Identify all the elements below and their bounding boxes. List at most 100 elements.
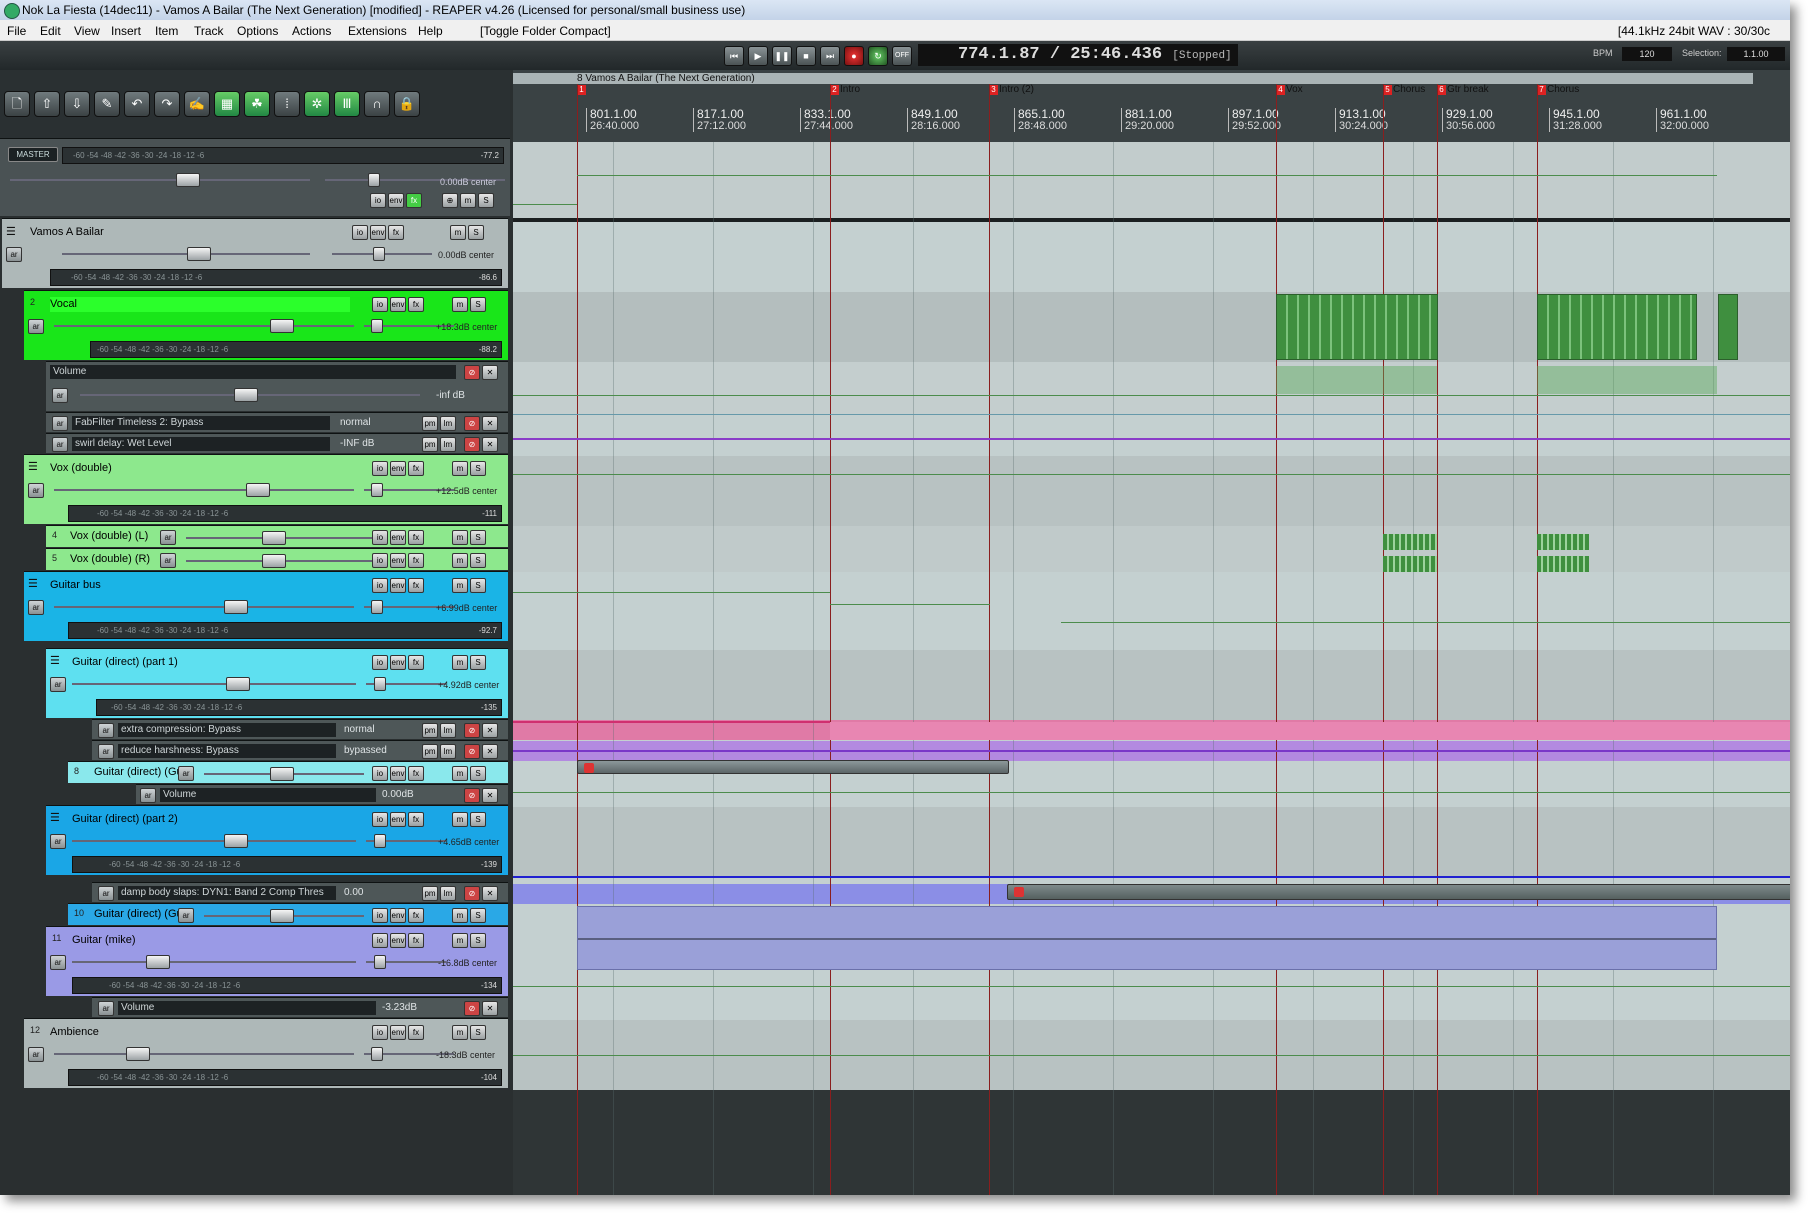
- vox-l-item[interactable]: [1383, 534, 1437, 550]
- menu-item[interactable]: Item: [155, 24, 178, 38]
- track-name[interactable]: Guitar (direct) (part 2): [72, 812, 352, 827]
- new-project-icon[interactable]: 🗋: [4, 91, 30, 117]
- record-arm-button[interactable]: ar: [50, 834, 66, 849]
- menu-edit[interactable]: Edit: [40, 24, 61, 38]
- io-button[interactable]: io: [372, 530, 388, 545]
- menu-insert[interactable]: Insert: [111, 24, 141, 38]
- guitar-8-volume-envelope[interactable]: [513, 792, 1790, 793]
- undo-icon[interactable]: ↶: [124, 91, 150, 117]
- io-button[interactable]: io: [372, 655, 388, 670]
- lm-button[interactable]: lm: [440, 437, 456, 452]
- envelope-arm-button[interactable]: ar: [98, 744, 114, 759]
- envelope-close-button[interactable]: ✕: [482, 788, 498, 803]
- fx-button[interactable]: fx: [408, 812, 424, 827]
- env-button[interactable]: env: [390, 553, 406, 568]
- volume-fader[interactable]: [54, 325, 354, 327]
- solo-button[interactable]: S: [470, 655, 486, 670]
- track-vox-double-l[interactable]: 4 Vox (double) (L) ar io env fx m S: [46, 525, 508, 547]
- solo-button[interactable]: S: [470, 1025, 486, 1040]
- pan-knob[interactable]: [374, 955, 386, 969]
- folder-icon[interactable]: ☰: [50, 654, 60, 667]
- fx-button[interactable]: fx: [408, 1025, 424, 1040]
- lm-button[interactable]: lm: [440, 886, 456, 901]
- envelope-close-button[interactable]: ✕: [482, 744, 498, 759]
- vocal-volume-envelope-shape[interactable]: [1276, 366, 1437, 394]
- master-lane[interactable]: [513, 142, 1790, 220]
- mute-button[interactable]: m: [452, 1025, 468, 1040]
- record-arm-button[interactable]: ar: [160, 530, 176, 545]
- mute-button[interactable]: m: [452, 908, 468, 923]
- track-name[interactable]: Guitar (direct) (part 1): [72, 655, 352, 670]
- solo-button[interactable]: S: [470, 297, 486, 312]
- vocal-volume-envelope-shape[interactable]: [1537, 366, 1717, 394]
- arrange-view[interactable]: 8 Vamos A Bailar (The Next Generation) 1…: [513, 70, 1790, 1195]
- fx-button[interactable]: fx: [408, 578, 424, 593]
- ambience-volume-envelope[interactable]: [513, 1055, 1790, 1056]
- guitar-10-item[interactable]: [1007, 884, 1790, 900]
- track-guitar-direct-10[interactable]: 10 Guitar (direct) (Gu ar io env fx m S: [68, 903, 508, 925]
- envelope-arm-button[interactable]: ar: [52, 388, 68, 403]
- mute-button[interactable]: m: [450, 225, 466, 240]
- record-arm-button[interactable]: ar: [6, 247, 22, 262]
- volume-fader[interactable]: [54, 606, 354, 608]
- env-button[interactable]: env: [370, 225, 386, 240]
- lock-icon[interactable]: 🔒: [394, 91, 420, 117]
- envelope-arm-button[interactable]: ar: [52, 416, 68, 431]
- envelope-bypass-button[interactable]: ⊘: [464, 1001, 480, 1016]
- timeline-ruler[interactable]: 8 Vamos A Bailar (The Next Generation) 1…: [513, 70, 1790, 142]
- master-volume-fader[interactable]: [10, 179, 310, 181]
- env-button[interactable]: env: [390, 297, 406, 312]
- mute-button[interactable]: m: [452, 297, 468, 312]
- volume-knob[interactable]: [224, 834, 248, 848]
- io-button[interactable]: io: [372, 766, 388, 781]
- io-button[interactable]: io: [372, 908, 388, 923]
- track-name[interactable]: Guitar bus: [50, 578, 350, 593]
- master-pan-knob[interactable]: [368, 173, 380, 187]
- vox-lr-lane[interactable]: [513, 526, 1790, 572]
- mute-button[interactable]: m: [452, 655, 468, 670]
- pan-knob[interactable]: [374, 677, 386, 691]
- vocal-item[interactable]: [1718, 294, 1738, 360]
- toggle-folder-compact[interactable]: [Toggle Folder Compact]: [480, 24, 611, 38]
- envelope-bypass-button[interactable]: ⊘: [464, 723, 480, 738]
- envelope-bypass-button[interactable]: ⊘: [464, 365, 480, 380]
- marker-4[interactable]: 4 Vox: [1276, 84, 1303, 95]
- pan-knob[interactable]: [371, 1047, 383, 1061]
- guitar-bus-volume-envelope[interactable]: [830, 604, 990, 605]
- volume-fader[interactable]: [72, 961, 356, 963]
- snap-icon[interactable]: ☘: [244, 91, 270, 117]
- envelope-close-button[interactable]: ✕: [482, 723, 498, 738]
- fx-button[interactable]: fx: [408, 530, 424, 545]
- metronome-icon[interactable]: ✍: [184, 91, 210, 117]
- menu-view[interactable]: View: [74, 24, 100, 38]
- record-arm-button[interactable]: ar: [28, 483, 44, 498]
- master-volume-envelope[interactable]: [577, 175, 1717, 176]
- pm-button[interactable]: pm: [422, 886, 438, 901]
- master-volume-knob[interactable]: [176, 173, 200, 187]
- solo-button[interactable]: S: [470, 530, 486, 545]
- track-vox-double[interactable]: ☰ Vox (double) ar +12.5dB center -60 -54…: [24, 454, 508, 524]
- menu-actions[interactable]: Actions: [292, 24, 331, 38]
- track-name[interactable]: Guitar (mike): [72, 933, 352, 948]
- record-arm-button[interactable]: ar: [28, 319, 44, 334]
- volume-knob[interactable]: [224, 600, 248, 614]
- track-vamos-a-bailar[interactable]: ☰ Vamos A Bailar ar 0.00dB center -60 -5…: [2, 218, 508, 288]
- solo-button[interactable]: S: [468, 225, 484, 240]
- track-guitar-mike[interactable]: 11 Guitar (mike) ar -16.8dB center -60 -…: [46, 926, 508, 996]
- ripple-icon[interactable]: ⁞: [274, 91, 300, 117]
- pm-button[interactable]: pm: [422, 416, 438, 431]
- track-guitar-direct-8[interactable]: 8 Guitar (direct) (Gu ar io env fx m S: [68, 761, 508, 783]
- record-arm-button[interactable]: ar: [160, 553, 176, 568]
- mute-button[interactable]: m: [452, 530, 468, 545]
- envelope-bypass-button[interactable]: ⊘: [464, 744, 480, 759]
- envelope-close-button[interactable]: ✕: [482, 416, 498, 431]
- envelope-arm-button[interactable]: ar: [98, 723, 114, 738]
- pm-button[interactable]: pm: [422, 744, 438, 759]
- master-solo-button[interactable]: S: [478, 193, 494, 208]
- menu-file[interactable]: File: [7, 24, 26, 38]
- volume-knob[interactable]: [146, 955, 170, 969]
- guitar-bus-volume-envelope[interactable]: [1061, 622, 1790, 623]
- io-button[interactable]: io: [372, 933, 388, 948]
- menu-help[interactable]: Help: [418, 24, 443, 38]
- settings-icon[interactable]: ✎: [94, 91, 120, 117]
